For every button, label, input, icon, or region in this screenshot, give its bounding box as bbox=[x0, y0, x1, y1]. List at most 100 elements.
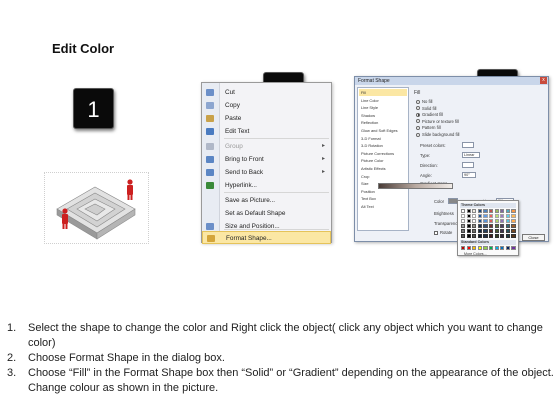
standard-color-swatch[interactable] bbox=[500, 246, 505, 250]
sidebar-item-picture-corrections[interactable]: Picture Corrections bbox=[359, 150, 407, 157]
theme-color-swatch[interactable] bbox=[483, 214, 488, 218]
theme-color-swatch[interactable] bbox=[461, 219, 466, 223]
theme-color-swatch[interactable] bbox=[461, 214, 466, 218]
theme-color-swatch[interactable] bbox=[511, 209, 516, 213]
fill-radio[interactable] bbox=[416, 132, 420, 137]
menu-item-edit-text[interactable]: Edit Text bbox=[202, 125, 331, 138]
menu-item-group[interactable]: Group ▸ bbox=[202, 140, 331, 153]
theme-color-swatch[interactable] bbox=[483, 229, 488, 233]
theme-color-swatch[interactable] bbox=[494, 229, 499, 233]
menu-item-send-to-back[interactable]: Send to Back ▸ bbox=[202, 166, 331, 179]
theme-color-swatch[interactable] bbox=[500, 234, 505, 238]
gradient-stops-bar[interactable] bbox=[378, 183, 453, 189]
rotate-checkbox[interactable] bbox=[434, 230, 438, 235]
theme-color-swatch[interactable] bbox=[472, 219, 477, 223]
theme-color-swatch[interactable] bbox=[466, 209, 471, 213]
theme-color-swatch[interactable] bbox=[500, 229, 505, 233]
menu-item-cut[interactable]: Cut bbox=[202, 86, 331, 99]
theme-color-swatch[interactable] bbox=[477, 224, 482, 228]
direction-dropdown[interactable] bbox=[462, 162, 474, 168]
theme-color-swatch[interactable] bbox=[489, 229, 494, 233]
sidebar-item-fill[interactable]: Fill bbox=[359, 89, 407, 97]
theme-color-swatch[interactable] bbox=[505, 224, 510, 228]
theme-color-swatch[interactable] bbox=[477, 229, 482, 233]
theme-color-swatch[interactable] bbox=[477, 209, 482, 213]
theme-color-swatch[interactable] bbox=[505, 209, 510, 213]
theme-color-swatch[interactable] bbox=[461, 234, 466, 238]
fill-radio[interactable] bbox=[416, 125, 420, 130]
theme-color-swatch[interactable] bbox=[483, 219, 488, 223]
maze-shape-selection[interactable] bbox=[44, 172, 149, 244]
theme-color-swatch[interactable] bbox=[477, 214, 482, 218]
theme-color-swatch[interactable] bbox=[494, 219, 499, 223]
sidebar-item-text-box[interactable]: Text Box bbox=[359, 195, 407, 202]
preset-colors-dropdown[interactable] bbox=[462, 142, 474, 148]
theme-color-swatch[interactable] bbox=[505, 219, 510, 223]
sidebar-item-3-d-rotation[interactable]: 3-D Rotation bbox=[359, 142, 407, 149]
sidebar-item-reflection[interactable]: Reflection bbox=[359, 119, 407, 126]
close-icon[interactable]: x bbox=[540, 77, 547, 84]
fill-radio[interactable] bbox=[416, 99, 420, 104]
menu-item-save-as-picture[interactable]: Save as Picture... bbox=[202, 194, 331, 207]
sidebar-item-alt-text[interactable]: Alt Text bbox=[359, 203, 407, 210]
standard-color-swatch[interactable] bbox=[483, 246, 488, 250]
theme-color-swatch[interactable] bbox=[500, 219, 505, 223]
sidebar-item-crop[interactable]: Crop bbox=[359, 173, 407, 180]
sidebar-item-line-style[interactable]: Line Style bbox=[359, 104, 407, 111]
theme-color-swatch[interactable] bbox=[472, 234, 477, 238]
menu-item-format-shape[interactable]: Format Shape... bbox=[202, 231, 331, 244]
standard-color-swatch[interactable] bbox=[489, 246, 494, 250]
theme-color-swatch[interactable] bbox=[466, 214, 471, 218]
theme-color-swatch[interactable] bbox=[472, 214, 477, 218]
standard-color-swatch[interactable] bbox=[511, 246, 516, 250]
fill-radio[interactable] bbox=[416, 112, 420, 117]
theme-color-swatch[interactable] bbox=[494, 224, 499, 228]
theme-color-swatch[interactable] bbox=[511, 234, 516, 238]
menu-item-bring-to-front[interactable]: Bring to Front ▸ bbox=[202, 153, 331, 166]
theme-color-swatch[interactable] bbox=[466, 219, 471, 223]
theme-color-swatch[interactable] bbox=[466, 224, 471, 228]
sidebar-item-picture-color[interactable]: Picture Color bbox=[359, 157, 407, 164]
standard-color-swatch[interactable] bbox=[461, 246, 466, 250]
theme-color-swatch[interactable] bbox=[483, 209, 488, 213]
standard-color-swatch[interactable] bbox=[466, 246, 471, 250]
theme-color-swatch[interactable] bbox=[500, 224, 505, 228]
theme-color-swatch[interactable] bbox=[500, 209, 505, 213]
menu-item-set-as-default-shape[interactable]: Set as Default Shape bbox=[202, 207, 331, 220]
sidebar-item-shadow[interactable]: Shadow bbox=[359, 112, 407, 119]
sidebar-item-3-d-format[interactable]: 3-D Format bbox=[359, 135, 407, 142]
theme-color-swatch[interactable] bbox=[489, 224, 494, 228]
theme-color-swatch[interactable] bbox=[483, 234, 488, 238]
standard-color-swatch[interactable] bbox=[494, 246, 499, 250]
theme-color-swatch[interactable] bbox=[489, 209, 494, 213]
standard-color-swatch[interactable] bbox=[472, 246, 477, 250]
sidebar-item-line-color[interactable]: Line Color bbox=[359, 97, 407, 104]
theme-color-swatch[interactable] bbox=[472, 209, 477, 213]
theme-color-swatch[interactable] bbox=[494, 214, 499, 218]
theme-color-swatch[interactable] bbox=[461, 229, 466, 233]
theme-color-swatch[interactable] bbox=[505, 234, 510, 238]
menu-item-copy[interactable]: Copy bbox=[202, 99, 331, 112]
theme-color-swatch[interactable] bbox=[505, 229, 510, 233]
theme-color-swatch[interactable] bbox=[461, 209, 466, 213]
theme-color-swatch[interactable] bbox=[494, 234, 499, 238]
more-colors-link[interactable]: More Colors... bbox=[464, 252, 487, 256]
theme-color-swatch[interactable] bbox=[489, 219, 494, 223]
theme-color-swatch[interactable] bbox=[494, 209, 499, 213]
sidebar-item-artistic-effects[interactable]: Artistic Effects bbox=[359, 165, 407, 172]
theme-color-swatch[interactable] bbox=[505, 214, 510, 218]
theme-color-swatch[interactable] bbox=[472, 229, 477, 233]
theme-color-swatch[interactable] bbox=[466, 229, 471, 233]
theme-color-swatch[interactable] bbox=[466, 234, 471, 238]
fill-radio[interactable] bbox=[416, 119, 420, 124]
theme-color-swatch[interactable] bbox=[461, 224, 466, 228]
theme-color-swatch[interactable] bbox=[500, 214, 505, 218]
theme-color-swatch[interactable] bbox=[472, 224, 477, 228]
angle-input[interactable]: 90° bbox=[462, 172, 476, 178]
theme-color-swatch[interactable] bbox=[477, 219, 482, 223]
theme-color-swatch[interactable] bbox=[511, 219, 516, 223]
theme-color-swatch[interactable] bbox=[483, 224, 488, 228]
sidebar-item-glow-and-soft-edges[interactable]: Glow and Soft Edges bbox=[359, 127, 407, 134]
menu-item-paste[interactable]: Paste bbox=[202, 112, 331, 125]
theme-color-swatch[interactable] bbox=[489, 214, 494, 218]
